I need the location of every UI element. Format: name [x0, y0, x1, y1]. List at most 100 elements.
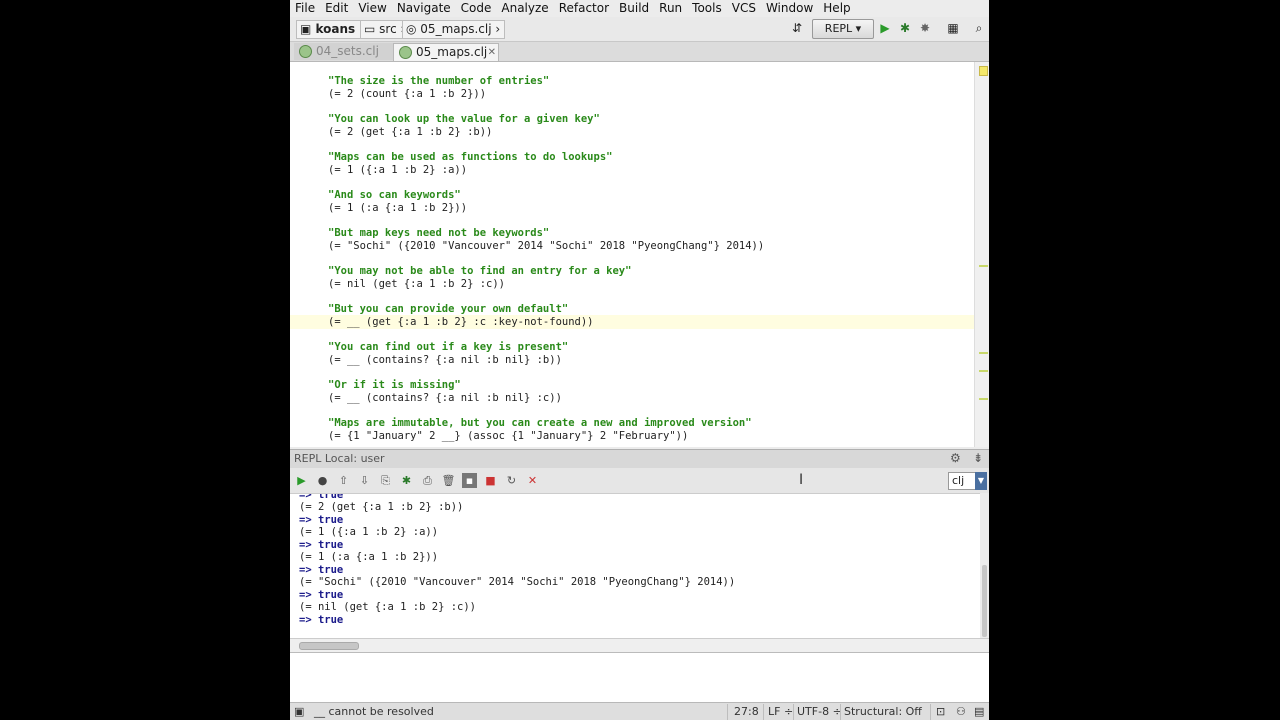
code-line: (= 2 (get {:a 1 :b 2} :b))	[328, 126, 493, 138]
event-log-icon[interactable]: ▤	[974, 705, 984, 719]
repl-input[interactable]	[290, 652, 989, 703]
menu-build[interactable]: Build	[614, 0, 654, 17]
menu-help[interactable]: Help	[818, 0, 855, 17]
clojure-file-icon: ◎	[406, 22, 421, 36]
code-line: "But map keys need not be keywords"	[328, 227, 550, 239]
toggle-icon[interactable]: ▪	[462, 473, 477, 488]
code-line: (= 1 (:a {:a 1 :b 2}))	[328, 202, 468, 214]
menu-code[interactable]: Code	[456, 0, 497, 17]
arrow-up-icon[interactable]: ⇧	[336, 473, 351, 488]
navigation-bar: ▣ koans › ▭ src › ◎ 05_maps.clj › ⇵ REPL…	[290, 17, 989, 42]
status-message: __ cannot be resolved	[314, 705, 434, 718]
clear-icon[interactable]: 🗑	[441, 473, 456, 488]
vcs-update-icon[interactable]: ⇵	[790, 21, 804, 35]
close-icon[interactable]: ✕	[525, 473, 540, 488]
lock-icon[interactable]: ⊡	[936, 705, 945, 719]
close-tab-icon[interactable]: ✕	[488, 44, 496, 61]
code-line: "You may not be able to find an entry fo…	[328, 265, 632, 277]
settings-gear-icon[interactable]: ⚙	[950, 451, 961, 465]
repl-result: => true	[299, 614, 344, 626]
code-line: (= __ (contains? {:a nil :b nil} :c))	[328, 392, 562, 404]
debug-icon[interactable]: ✱	[898, 21, 912, 35]
warning-marker[interactable]	[979, 66, 988, 76]
repl-scrollbar[interactable]	[982, 565, 987, 637]
mouse-cursor-icon: I	[799, 472, 804, 488]
code-editor[interactable]: "The size is the number of entries" (= 2…	[290, 62, 974, 447]
warning-marker[interactable]	[979, 352, 988, 354]
status-bar: ▣ __ cannot be resolved 27:8 LF ÷ UTF-8 …	[290, 702, 989, 720]
tab-04-sets[interactable]: 04_sets.clj	[294, 43, 400, 60]
search-icon[interactable]: ⌕	[972, 21, 986, 35]
menu-view[interactable]: View	[353, 0, 391, 17]
code-line: (= __ (contains? {:a nil :b nil} :b))	[328, 354, 562, 366]
chevron-down-icon[interactable]: ▼	[975, 472, 987, 490]
repl-horizontal-scrollbar[interactable]	[290, 638, 989, 653]
repl-toolbar: ▶ ● ⇧ ⇩ ⎘ ✱ ⎙ 🗑 ▪ ■ ↻ ✕ clj ▼	[290, 468, 989, 493]
menu-refactor[interactable]: Refactor	[554, 0, 614, 17]
history-icon[interactable]: ⎘	[378, 473, 393, 488]
repl-form: (= nil (get {:a 1 :b 2} :c))	[299, 601, 477, 613]
clojure-file-icon	[399, 46, 412, 59]
menu-bar: File Edit View Navigate Code Analyze Ref…	[290, 0, 989, 17]
code-line: (= 1 ({:a 1 :b 2} :a))	[328, 164, 468, 176]
warning-marker[interactable]	[979, 370, 988, 372]
breadcrumb-project[interactable]: ▣ koans ›	[296, 20, 370, 39]
code-line: "You can look up the value for a given k…	[328, 113, 600, 125]
coverage-icon[interactable]: ✸	[918, 21, 932, 35]
caret-position[interactable]: 27:8	[734, 705, 759, 719]
error-stripe[interactable]	[974, 62, 989, 447]
menu-navigate[interactable]: Navigate	[392, 0, 456, 17]
stop-square-icon[interactable]: ■	[483, 473, 498, 488]
folder-icon: ▭	[364, 22, 380, 36]
hide-panel-icon[interactable]: ⇟	[973, 451, 983, 465]
arrow-down-icon[interactable]: ⇩	[357, 473, 372, 488]
code-line: "But you can provide your own default"	[328, 303, 569, 315]
repl-form: (= 2 (get {:a 1 :b 2} :b))	[299, 501, 464, 513]
status-panel-icon[interactable]: ▣	[294, 705, 304, 719]
code-line: "You can find out if a key is present"	[328, 341, 569, 353]
repl-form: (= 1 (:a {:a 1 :b 2}))	[299, 551, 439, 563]
warning-marker[interactable]	[979, 265, 988, 267]
structural-mode[interactable]: Structural: Off	[844, 705, 922, 719]
repl-output[interactable]: => true (= 2 (get {:a 1 :b 2} :b)) => tr…	[290, 493, 980, 639]
scrollbar-thumb[interactable]	[299, 642, 359, 650]
menu-window[interactable]: Window	[761, 0, 818, 17]
menu-file[interactable]: File	[290, 0, 320, 17]
file-encoding[interactable]: UTF-8 ÷	[797, 705, 842, 719]
breadcrumb-file[interactable]: ◎ 05_maps.clj ›	[402, 20, 506, 39]
repl-form: (= 1 ({:a 1 :b 2} :a))	[299, 526, 439, 538]
run-config-select[interactable]: REPL ▾	[812, 19, 874, 39]
run-icon[interactable]: ▶	[878, 21, 892, 35]
code-line: (= "Sochi" ({2010 "Vancouver" 2014 "Soch…	[328, 240, 765, 252]
code-line-current: (= __ (get {:a 1 :b 2} :c :key-not-found…	[328, 316, 594, 328]
load-file-icon[interactable]: ⎙	[420, 473, 435, 488]
debug-icon[interactable]: ✱	[399, 473, 414, 488]
project-structure-icon[interactable]: ▦	[946, 21, 960, 35]
code-line: (= {1 "January" 2 __} (assoc {1 "January…	[328, 430, 689, 442]
menu-vcs[interactable]: VCS	[727, 0, 761, 17]
code-line: "And so can keywords"	[328, 189, 461, 201]
run-icon[interactable]: ▶	[294, 473, 309, 488]
code-line: "Maps are immutable, but you can create …	[328, 417, 752, 429]
editor-tabs: 04_sets.clj 05_maps.clj ✕	[290, 42, 989, 62]
menu-tools[interactable]: Tools	[687, 0, 727, 17]
folder-icon: ▣	[300, 22, 316, 36]
repl-form: (= "Sochi" ({2010 "Vancouver" 2014 "Soch…	[299, 576, 736, 588]
code-line: "Maps can be used as functions to do loo…	[328, 151, 613, 163]
clojure-file-icon	[299, 45, 312, 58]
restart-icon[interactable]: ↻	[504, 473, 519, 488]
menu-edit[interactable]: Edit	[320, 0, 353, 17]
code-line: (= 2 (count {:a 1 :b 2}))	[328, 88, 487, 100]
code-line: "Or if it is missing"	[328, 379, 461, 391]
menu-run[interactable]: Run	[654, 0, 687, 17]
inspector-icon[interactable]: ⚇	[956, 705, 966, 719]
code-line: (= nil (get {:a 1 :b 2} :c))	[328, 278, 506, 290]
ide-window: File Edit View Navigate Code Analyze Ref…	[290, 0, 989, 720]
warning-marker[interactable]	[979, 398, 988, 400]
code-line: "The size is the number of entries"	[328, 75, 550, 87]
tab-05-maps[interactable]: 05_maps.clj ✕	[393, 43, 499, 61]
stop-icon[interactable]: ●	[315, 473, 330, 488]
line-separator[interactable]: LF ÷	[768, 705, 793, 719]
menu-analyze[interactable]: Analyze	[496, 0, 553, 17]
repl-header: REPL Local: user ⚙ ⇟	[290, 449, 989, 469]
